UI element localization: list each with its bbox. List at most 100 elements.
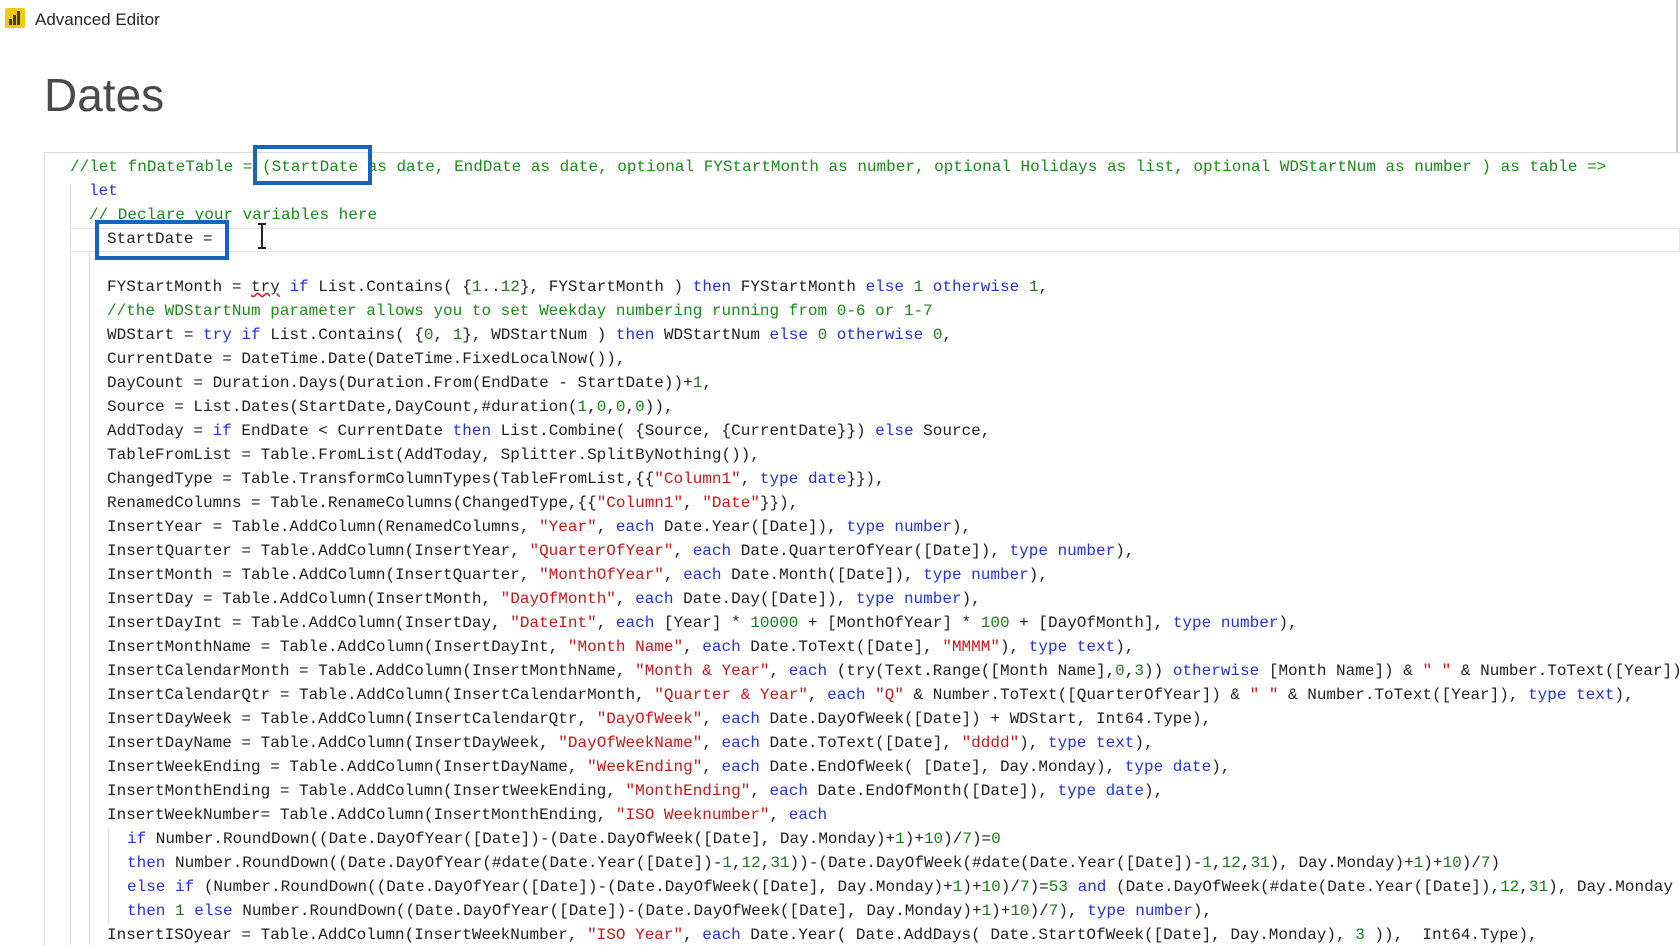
code-token: [Month Name]) & xyxy=(1259,662,1423,680)
code-token: each xyxy=(721,734,760,752)
code-token: try xyxy=(251,278,280,296)
code-token: )+ xyxy=(962,878,982,896)
code-line[interactable]: InsertMonthName = Table.AddColumn(Insert… xyxy=(0,635,1680,659)
code-token: otherwise xyxy=(836,326,924,344)
code-token: type xyxy=(846,518,885,536)
code-token: ), xyxy=(1143,782,1164,800)
code-line[interactable]: Source = List.Dates(StartDate,DayCount,#… xyxy=(0,395,1680,419)
code-token: }}), xyxy=(846,470,885,488)
code-token: each xyxy=(721,758,760,776)
code-line[interactable]: WDStart = try if List.Contains( {0, 1}, … xyxy=(0,323,1680,347)
code-line[interactable]: InsertCalendarQtr = Table.AddColumn(Inse… xyxy=(0,683,1680,707)
code-token: ), xyxy=(1614,686,1634,704)
code-line[interactable]: then Number.RoundDown((Date.DayOfYear(#d… xyxy=(0,851,1680,875)
code-line[interactable]: InsertISOyear = Table.AddColumn(InsertWe… xyxy=(0,923,1680,947)
code-line[interactable]: InsertCalendarMonth = Table.AddColumn(In… xyxy=(0,659,1680,683)
code-token: number xyxy=(903,590,962,608)
code-token: date xyxy=(1105,782,1144,800)
code-token: type xyxy=(1047,734,1087,752)
code-token: 1 xyxy=(175,902,185,920)
code-token: date xyxy=(807,470,847,488)
code-line[interactable]: DayCount = Duration.Days(Duration.From(E… xyxy=(0,371,1680,395)
code-token: , xyxy=(760,854,771,872)
code-token: 10 xyxy=(981,878,1001,896)
text-cursor-icon xyxy=(257,223,267,249)
code-line[interactable]: FYStartMonth = try if List.Contains( {1.… xyxy=(0,275,1680,299)
code-line[interactable]: InsertDayWeek = Table.AddColumn(InsertCa… xyxy=(0,707,1680,731)
code-line[interactable]: InsertDayInt = Table.AddColumn(InsertDay… xyxy=(0,611,1680,635)
code-line[interactable]: else if (Number.RoundDown((Date.DayOfYea… xyxy=(0,875,1680,899)
code-token: , xyxy=(625,398,636,416)
code-token: 1 xyxy=(895,830,905,848)
code-line[interactable]: InsertDay = Table.AddColumn(InsertMonth,… xyxy=(0,587,1680,611)
code-line[interactable]: ChangedType = Table.TransformColumnTypes… xyxy=(0,467,1680,491)
code-token: "DateInt" xyxy=(510,614,597,632)
code-token: , xyxy=(683,926,703,944)
code-line[interactable]: InsertDayName = Table.AddColumn(InsertDa… xyxy=(0,731,1680,755)
code-token: Source, xyxy=(913,422,991,440)
code-token: 1 xyxy=(952,878,963,896)
code-token: 0 xyxy=(596,398,607,416)
code-line[interactable]: InsertQuarter = Table.AddColumn(InsertYe… xyxy=(0,539,1680,563)
code-token: type xyxy=(923,566,962,584)
code-token: , xyxy=(702,734,722,752)
code-token: 7 xyxy=(1480,854,1491,872)
code-token: type xyxy=(1009,542,1048,560)
code-token: text xyxy=(1096,734,1135,752)
code-line[interactable]: then 1 else Number.RoundDown((Date.DayOf… xyxy=(0,899,1680,923)
code-line[interactable]: CurrentDate = DateTime.Date(DateTime.Fix… xyxy=(0,347,1680,371)
code-token: ), xyxy=(951,518,972,536)
code-line[interactable]: InsertWeekEnding = Table.AddColumn(Inser… xyxy=(0,755,1680,779)
code-line[interactable]: InsertMonthEnding = Table.AddColumn(Inse… xyxy=(0,779,1680,803)
code-token: AddToday = xyxy=(107,422,213,440)
code-line[interactable]: InsertMonth = Table.AddColumn(InsertQuar… xyxy=(0,563,1680,587)
code-line[interactable]: InsertYear = Table.AddColumn(RenamedColu… xyxy=(0,515,1680,539)
code-text[interactable]: //let fnDateTable = (StartDate as date, … xyxy=(0,155,1680,947)
code-token: & Number.ToText([Year]), xyxy=(1278,686,1529,704)
code-token: ChangedType = Table.TransformColumnTypes… xyxy=(107,470,655,488)
code-token: , xyxy=(740,470,760,488)
code-token: else xyxy=(769,326,808,344)
code-token: (try(Text.Range([Month Name], xyxy=(827,662,1116,680)
code-token: InsertCalendarMonth = Table.AddColumn(In… xyxy=(107,662,636,680)
code-line[interactable]: TableFromList = Table.FromList(AddToday,… xyxy=(0,443,1680,467)
code-token: ), xyxy=(1115,542,1135,560)
query-name: Dates xyxy=(44,69,165,121)
code-line[interactable]: AddToday = if EndDate < CurrentDate then… xyxy=(0,419,1680,443)
code-token: "QuarterOfYear" xyxy=(529,542,674,560)
code-token: text xyxy=(1076,638,1116,656)
code-token: 10000 xyxy=(750,614,799,632)
code-token: date xyxy=(1172,758,1212,776)
code-token: // Declare your variables here xyxy=(89,206,378,224)
code-line[interactable]: RenamedColumns = Table.RenameColumns(Cha… xyxy=(0,491,1680,515)
code-token: " " xyxy=(1422,662,1452,680)
code-line[interactable]: //let fnDateTable = (StartDate as date, … xyxy=(0,155,1680,179)
code-line[interactable]: //the WDStartNum parameter allows you to… xyxy=(0,299,1680,323)
code-token: InsertCalendarQtr = Table.AddColumn(Inse… xyxy=(107,686,655,704)
code-token: "Date" xyxy=(702,494,760,512)
code-token: 10 xyxy=(1010,902,1030,920)
code-token: , xyxy=(1038,278,1049,296)
code-line[interactable]: InsertWeekNumber= Table.AddColumn(Insert… xyxy=(0,803,1680,827)
code-line[interactable]: let xyxy=(0,179,1680,203)
code-line[interactable]: // Declare your variables here xyxy=(0,203,1680,227)
code-token: each xyxy=(615,614,655,632)
code-token: then xyxy=(452,422,492,440)
code-token: number xyxy=(971,566,1029,584)
code-token: Number.RoundDown((Date.DayOfYear([Date])… xyxy=(146,830,896,848)
code-token: ), xyxy=(1134,734,1154,752)
code-token: "Quarter & Year" xyxy=(654,686,808,704)
code-token: 0 xyxy=(635,398,645,416)
code-token: else if xyxy=(127,878,195,896)
code-line[interactable]: if Number.RoundDown((Date.DayOfYear([Dat… xyxy=(0,827,1680,851)
code-token: 7 xyxy=(962,830,972,848)
code-line[interactable] xyxy=(0,251,1680,275)
code-token: FYStartMonth = xyxy=(107,278,252,296)
code-token: )/ xyxy=(943,830,963,848)
code-line[interactable]: StartDate = xyxy=(0,227,1680,251)
code-token: each xyxy=(788,806,828,824)
